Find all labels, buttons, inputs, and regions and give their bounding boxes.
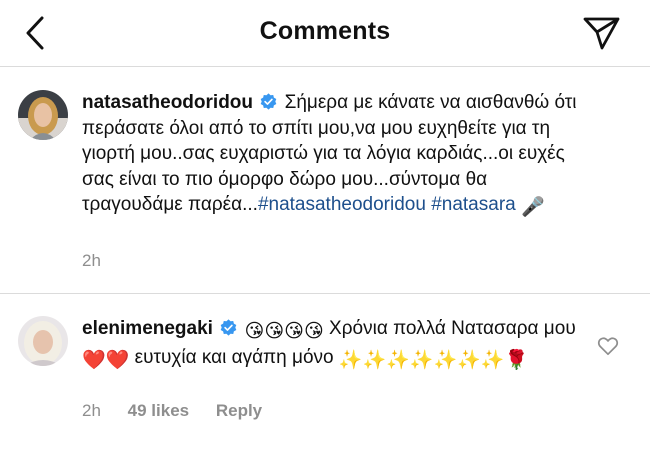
comment-timestamp: 2h xyxy=(82,401,101,420)
sparkles-emoji-icon: ✨ xyxy=(457,349,481,371)
heart-outline-icon xyxy=(597,337,619,356)
kiss-emoji-icon: 😘 xyxy=(284,321,304,342)
rose-emoji-icon: 🌹 xyxy=(504,349,529,371)
page-title: Comments xyxy=(259,17,391,45)
kiss-emoji-icon: 😘 xyxy=(244,321,265,342)
caption-text-block: natasatheodoridou Σήμερα με κάνατε να αι… xyxy=(82,90,587,221)
sparkles-emoji-icon: ✨ xyxy=(386,349,410,371)
comment-message-part1: Χρόνια πολλά Νατασαρα μου xyxy=(329,318,576,339)
avatar[interactable] xyxy=(18,90,68,140)
verified-badge-icon xyxy=(220,319,237,336)
header-bar: Comments xyxy=(0,0,650,66)
heart-emoji-icon: ❤️ xyxy=(82,349,106,371)
comment-meta: 2h 49 likes Reply xyxy=(82,401,284,421)
kiss-emoji-icon: 😘 xyxy=(303,321,324,342)
sparkles-emoji-icon: ✨ xyxy=(480,349,505,371)
avatar-photo xyxy=(18,90,68,140)
kiss-emoji-icon: 😘 xyxy=(264,321,285,342)
reply-button[interactable]: Reply xyxy=(216,401,262,420)
comment-username[interactable]: elenimenegaki xyxy=(82,318,213,339)
like-comment-button[interactable] xyxy=(597,336,619,356)
verified-badge-icon xyxy=(260,93,277,110)
comment-message-part2: ευτυχία και αγάπη μόνο xyxy=(134,346,334,368)
avatar-photo xyxy=(18,316,68,366)
sparkles-emoji-icon: ✨ xyxy=(362,349,387,371)
hashtag-natasara[interactable]: #natasara xyxy=(431,194,516,215)
caption-divider xyxy=(0,293,650,294)
heart-emoji-icon: ❤️ xyxy=(105,349,130,371)
caption-meta: 2h xyxy=(82,251,123,271)
avatar[interactable] xyxy=(18,316,68,366)
share-button[interactable] xyxy=(580,14,622,52)
caption-timestamp: 2h xyxy=(82,251,101,270)
sparkles-emoji-icon: ✨ xyxy=(409,349,434,371)
hashtag-natasatheodoridou[interactable]: #natasatheodoridou xyxy=(258,194,426,215)
header-divider xyxy=(0,66,650,67)
sparkles-emoji-icon: ✨ xyxy=(338,349,363,371)
sparkles-emoji-icon: ✨ xyxy=(433,349,458,371)
comment-text-block: elenimenegaki 😘😘😘😘 Χρόνια πολλά Νατασαρα… xyxy=(82,316,587,373)
caption-username[interactable]: natasatheodoridou xyxy=(82,92,253,113)
likes-count[interactable]: 49 likes xyxy=(128,401,189,420)
microphone-icon: 🎤 xyxy=(521,197,545,218)
paper-plane-icon xyxy=(583,17,620,50)
